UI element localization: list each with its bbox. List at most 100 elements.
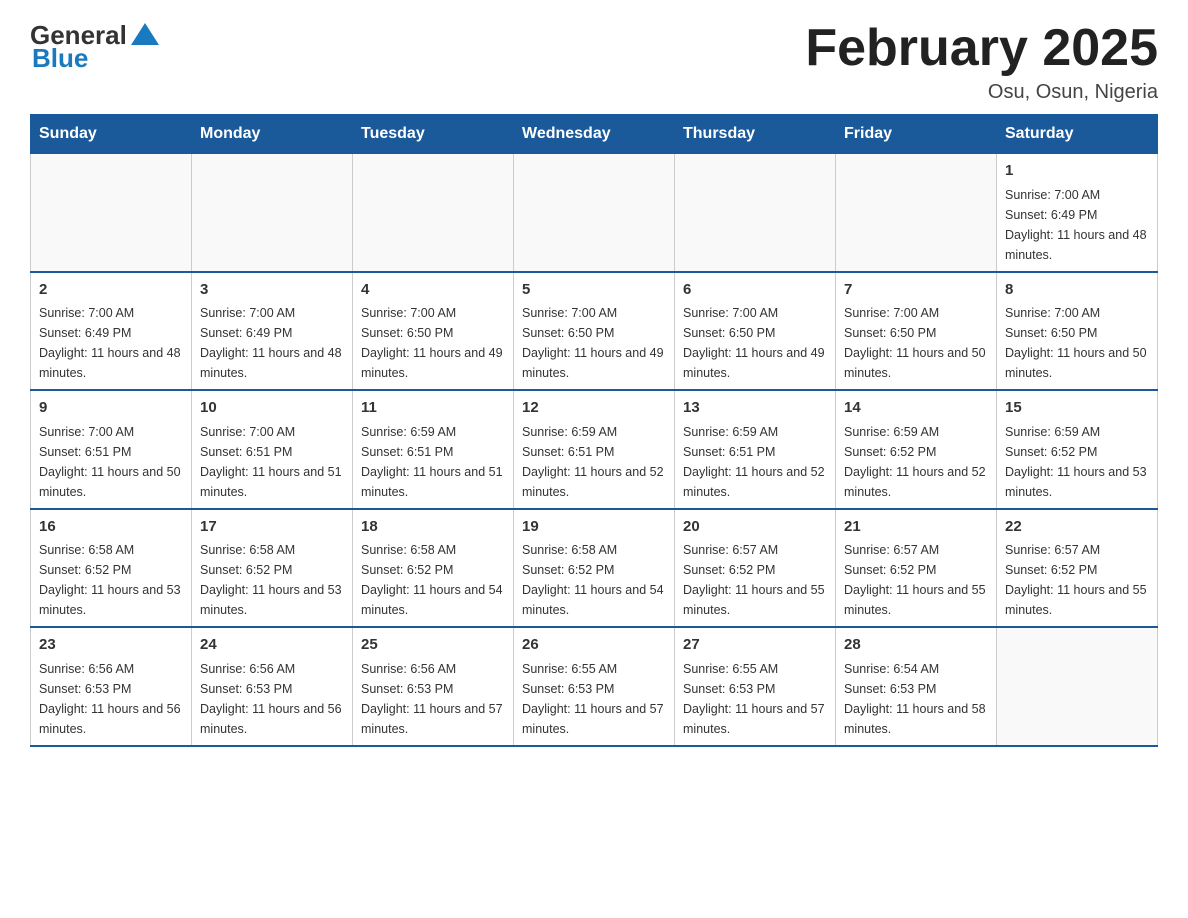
day-number: 22: [1005, 516, 1149, 539]
calendar-cell: [192, 154, 353, 272]
calendar-cell: 22Sunrise: 6:57 AMSunset: 6:52 PMDayligh…: [997, 509, 1158, 628]
day-number: 11: [361, 397, 505, 420]
day-info: Sunrise: 6:58 AMSunset: 6:52 PMDaylight:…: [39, 540, 183, 620]
calendar-cell: 15Sunrise: 6:59 AMSunset: 6:52 PMDayligh…: [997, 390, 1158, 509]
day-info: Sunrise: 7:00 AMSunset: 6:49 PMDaylight:…: [1005, 185, 1149, 265]
day-number: 12: [522, 397, 666, 420]
day-info: Sunrise: 6:57 AMSunset: 6:52 PMDaylight:…: [683, 540, 827, 620]
day-number: 16: [39, 516, 183, 539]
day-info: Sunrise: 6:59 AMSunset: 6:51 PMDaylight:…: [683, 422, 827, 502]
calendar-cell: [353, 154, 514, 272]
day-number: 18: [361, 516, 505, 539]
day-number: 2: [39, 279, 183, 302]
day-header-monday: Monday: [192, 115, 353, 154]
day-info: Sunrise: 7:00 AMSunset: 6:49 PMDaylight:…: [200, 303, 344, 383]
calendar-cell: 18Sunrise: 6:58 AMSunset: 6:52 PMDayligh…: [353, 509, 514, 628]
calendar-cell: 10Sunrise: 7:00 AMSunset: 6:51 PMDayligh…: [192, 390, 353, 509]
calendar-cell: 26Sunrise: 6:55 AMSunset: 6:53 PMDayligh…: [514, 627, 675, 746]
day-number: 15: [1005, 397, 1149, 420]
day-info: Sunrise: 6:57 AMSunset: 6:52 PMDaylight:…: [844, 540, 988, 620]
calendar-cell: 12Sunrise: 6:59 AMSunset: 6:51 PMDayligh…: [514, 390, 675, 509]
day-info: Sunrise: 7:00 AMSunset: 6:51 PMDaylight:…: [200, 422, 344, 502]
day-number: 10: [200, 397, 344, 420]
day-number: 3: [200, 279, 344, 302]
calendar-cell: 13Sunrise: 6:59 AMSunset: 6:51 PMDayligh…: [675, 390, 836, 509]
calendar-cell: 4Sunrise: 7:00 AMSunset: 6:50 PMDaylight…: [353, 272, 514, 391]
calendar-cell: 9Sunrise: 7:00 AMSunset: 6:51 PMDaylight…: [31, 390, 192, 509]
week-row-5: 23Sunrise: 6:56 AMSunset: 6:53 PMDayligh…: [31, 627, 1158, 746]
week-row-3: 9Sunrise: 7:00 AMSunset: 6:51 PMDaylight…: [31, 390, 1158, 509]
day-header-sunday: Sunday: [31, 115, 192, 154]
day-info: Sunrise: 6:58 AMSunset: 6:52 PMDaylight:…: [361, 540, 505, 620]
calendar-cell: 8Sunrise: 7:00 AMSunset: 6:50 PMDaylight…: [997, 272, 1158, 391]
calendar-cell: 20Sunrise: 6:57 AMSunset: 6:52 PMDayligh…: [675, 509, 836, 628]
day-info: Sunrise: 7:00 AMSunset: 6:50 PMDaylight:…: [683, 303, 827, 383]
calendar-cell: [514, 154, 675, 272]
day-number: 14: [844, 397, 988, 420]
day-headers-row: SundayMondayTuesdayWednesdayThursdayFrid…: [31, 115, 1158, 154]
day-info: Sunrise: 6:58 AMSunset: 6:52 PMDaylight:…: [200, 540, 344, 620]
calendar-cell: 2Sunrise: 7:00 AMSunset: 6:49 PMDaylight…: [31, 272, 192, 391]
calendar-cell: 7Sunrise: 7:00 AMSunset: 6:50 PMDaylight…: [836, 272, 997, 391]
day-number: 24: [200, 634, 344, 657]
day-number: 25: [361, 634, 505, 657]
day-number: 28: [844, 634, 988, 657]
day-info: Sunrise: 6:55 AMSunset: 6:53 PMDaylight:…: [522, 659, 666, 739]
week-row-2: 2Sunrise: 7:00 AMSunset: 6:49 PMDaylight…: [31, 272, 1158, 391]
calendar-cell: 24Sunrise: 6:56 AMSunset: 6:53 PMDayligh…: [192, 627, 353, 746]
calendar-cell: 23Sunrise: 6:56 AMSunset: 6:53 PMDayligh…: [31, 627, 192, 746]
day-number: 23: [39, 634, 183, 657]
calendar-cell: 21Sunrise: 6:57 AMSunset: 6:52 PMDayligh…: [836, 509, 997, 628]
day-info: Sunrise: 7:00 AMSunset: 6:49 PMDaylight:…: [39, 303, 183, 383]
title-area: February 2025 Osu, Osun, Nigeria: [805, 20, 1158, 104]
day-header-wednesday: Wednesday: [514, 115, 675, 154]
day-header-thursday: Thursday: [675, 115, 836, 154]
calendar-cell: [31, 154, 192, 272]
calendar-cell: [997, 627, 1158, 746]
day-info: Sunrise: 6:54 AMSunset: 6:53 PMDaylight:…: [844, 659, 988, 739]
calendar-cell: 11Sunrise: 6:59 AMSunset: 6:51 PMDayligh…: [353, 390, 514, 509]
day-info: Sunrise: 6:56 AMSunset: 6:53 PMDaylight:…: [361, 659, 505, 739]
day-info: Sunrise: 6:59 AMSunset: 6:51 PMDaylight:…: [522, 422, 666, 502]
day-info: Sunrise: 6:57 AMSunset: 6:52 PMDaylight:…: [1005, 540, 1149, 620]
logo: General Blue: [30, 20, 159, 74]
calendar-cell: 28Sunrise: 6:54 AMSunset: 6:53 PMDayligh…: [836, 627, 997, 746]
calendar-cell: 3Sunrise: 7:00 AMSunset: 6:49 PMDaylight…: [192, 272, 353, 391]
day-info: Sunrise: 6:59 AMSunset: 6:51 PMDaylight:…: [361, 422, 505, 502]
calendar-cell: 1Sunrise: 7:00 AMSunset: 6:49 PMDaylight…: [997, 154, 1158, 272]
day-header-tuesday: Tuesday: [353, 115, 514, 154]
week-row-1: 1Sunrise: 7:00 AMSunset: 6:49 PMDaylight…: [31, 154, 1158, 272]
calendar-table: SundayMondayTuesdayWednesdayThursdayFrid…: [30, 114, 1158, 747]
calendar-cell: 5Sunrise: 7:00 AMSunset: 6:50 PMDaylight…: [514, 272, 675, 391]
logo-blue-text: Blue: [32, 43, 88, 74]
day-number: 4: [361, 279, 505, 302]
day-number: 6: [683, 279, 827, 302]
day-header-friday: Friday: [836, 115, 997, 154]
header: General Blue February 2025 Osu, Osun, Ni…: [30, 20, 1158, 104]
day-info: Sunrise: 7:00 AMSunset: 6:50 PMDaylight:…: [361, 303, 505, 383]
calendar-cell: 17Sunrise: 6:58 AMSunset: 6:52 PMDayligh…: [192, 509, 353, 628]
day-info: Sunrise: 7:00 AMSunset: 6:51 PMDaylight:…: [39, 422, 183, 502]
calendar-cell: 14Sunrise: 6:59 AMSunset: 6:52 PMDayligh…: [836, 390, 997, 509]
day-number: 13: [683, 397, 827, 420]
day-number: 1: [1005, 160, 1149, 183]
day-number: 5: [522, 279, 666, 302]
calendar-cell: 6Sunrise: 7:00 AMSunset: 6:50 PMDaylight…: [675, 272, 836, 391]
day-number: 20: [683, 516, 827, 539]
calendar-cell: [836, 154, 997, 272]
day-info: Sunrise: 7:00 AMSunset: 6:50 PMDaylight:…: [1005, 303, 1149, 383]
day-info: Sunrise: 7:00 AMSunset: 6:50 PMDaylight:…: [522, 303, 666, 383]
calendar-cell: 27Sunrise: 6:55 AMSunset: 6:53 PMDayligh…: [675, 627, 836, 746]
day-header-saturday: Saturday: [997, 115, 1158, 154]
day-info: Sunrise: 7:00 AMSunset: 6:50 PMDaylight:…: [844, 303, 988, 383]
calendar-subtitle: Osu, Osun, Nigeria: [805, 81, 1158, 104]
day-number: 27: [683, 634, 827, 657]
calendar-cell: 25Sunrise: 6:56 AMSunset: 6:53 PMDayligh…: [353, 627, 514, 746]
day-info: Sunrise: 6:59 AMSunset: 6:52 PMDaylight:…: [1005, 422, 1149, 502]
day-number: 21: [844, 516, 988, 539]
calendar-cell: [675, 154, 836, 272]
day-info: Sunrise: 6:56 AMSunset: 6:53 PMDaylight:…: [39, 659, 183, 739]
calendar-title: February 2025: [805, 20, 1158, 77]
calendar-cell: 19Sunrise: 6:58 AMSunset: 6:52 PMDayligh…: [514, 509, 675, 628]
day-number: 19: [522, 516, 666, 539]
